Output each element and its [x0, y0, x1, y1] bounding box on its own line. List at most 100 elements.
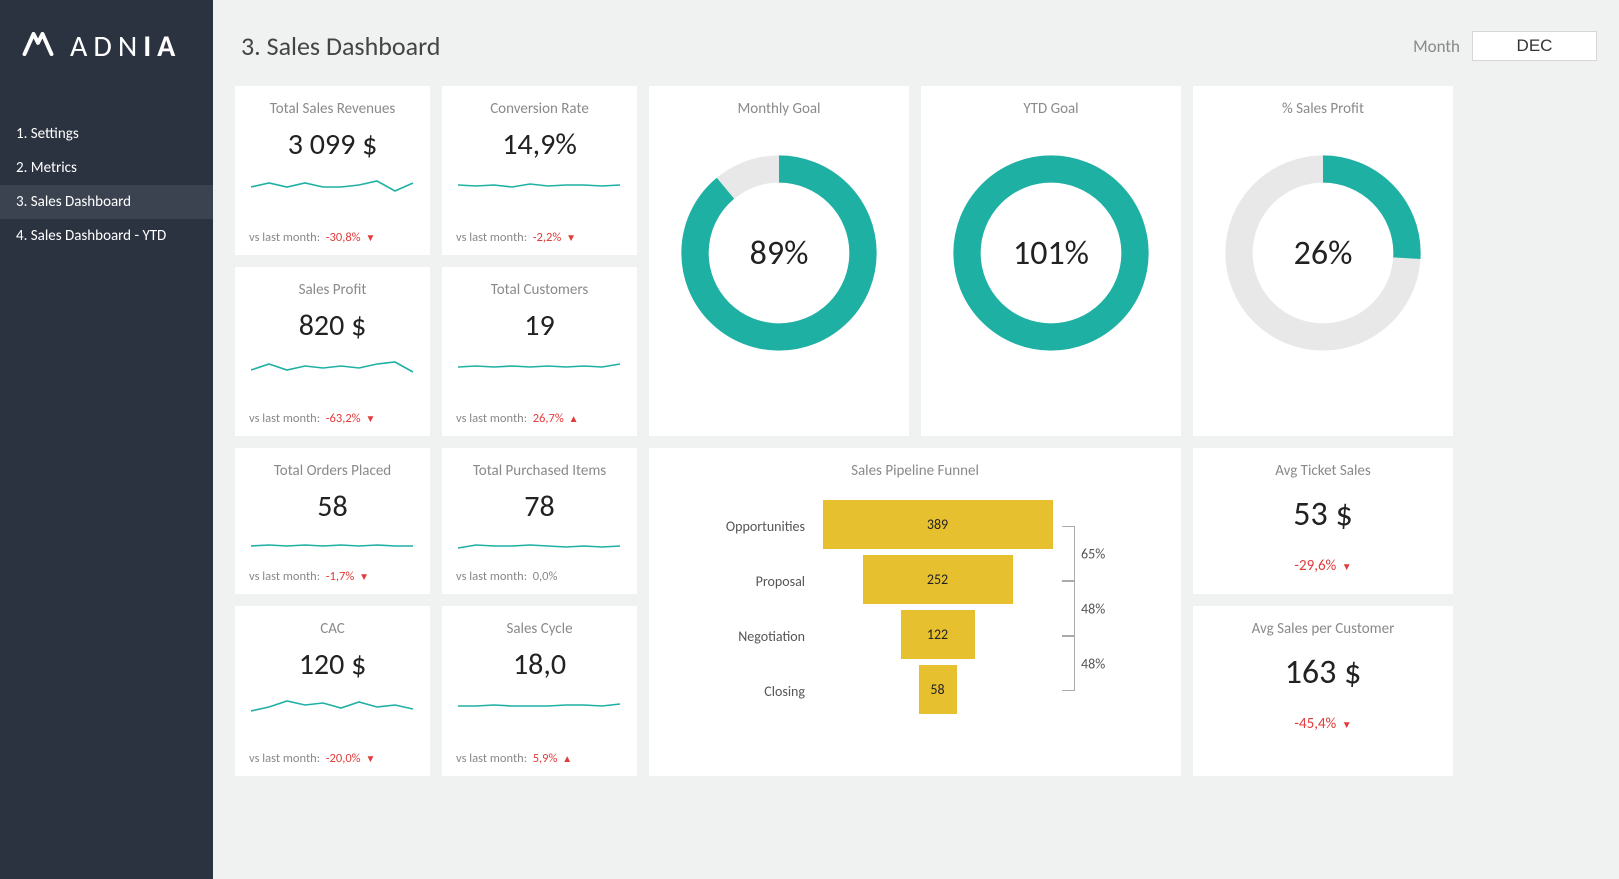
funnel-bar: 58	[919, 665, 957, 717]
kpi-title: Sales Profit	[251, 281, 414, 299]
kpi-footer: vs last month: 5,9% ▲	[456, 751, 623, 766]
kpi-value: 14,9%	[458, 126, 621, 163]
kpi-title: Total Purchased Items	[458, 462, 621, 480]
sidebar-item-settings[interactable]: 1. Settings	[0, 117, 213, 151]
kpi-card-sales-cycle: Sales Cycle 18,0 vs last month: 5,9% ▲	[442, 606, 637, 776]
trend-up-icon: ▲	[562, 752, 572, 765]
page-title: 3. Sales Dashboard	[241, 30, 440, 62]
donut-card-sales-profit: % Sales Profit 26%	[1193, 86, 1453, 436]
brand-thin: ADN	[70, 28, 143, 65]
sidebar: ADNIA 1. Settings 2. Metrics 3. Sales Da…	[0, 0, 213, 879]
sparkline-icon	[458, 173, 623, 199]
funnel-stage-label: Closing	[665, 683, 815, 700]
funnel-transition-pct: 65%	[1081, 545, 1105, 562]
kpi-delta: -29,6% ▼	[1209, 557, 1437, 575]
kpi-card-total-purchased-items: Total Purchased Items 78 vs last month: …	[442, 448, 637, 594]
kpi-title: Total Sales Revenues	[251, 100, 414, 118]
funnel-card: Sales Pipeline Funnel Opportunities 389 …	[649, 448, 1181, 776]
kpi-delta: -2,2% ▼	[533, 230, 576, 245]
topbar: 3. Sales Dashboard Month	[235, 30, 1597, 62]
kpi-card-avg-sales-per-customer: Avg Sales per Customer 163 $ -45,4% ▼	[1193, 606, 1453, 776]
funnel-stage-label: Opportunities	[665, 518, 815, 535]
trend-down-icon: ▼	[365, 752, 375, 765]
trend-down-icon: ▼	[365, 231, 375, 244]
kpi-footer-prefix: vs last month:	[456, 411, 527, 426]
brand-logo: ADNIA	[0, 26, 213, 117]
brand-name: ADNIA	[70, 28, 181, 65]
kpi-footer-prefix: vs last month:	[456, 230, 527, 245]
kpi-title: Sales Cycle	[458, 620, 621, 638]
kpi-footer: vs last month: -63,2% ▼	[249, 411, 416, 426]
month-picker: Month	[1413, 31, 1597, 61]
kpi-value: 58	[251, 488, 414, 525]
sidebar-item-sales-dashboard-ytd[interactable]: 4. Sales Dashboard - YTD	[0, 219, 213, 253]
kpi-card-total-sales-revenues: Total Sales Revenues 3 099 $ vs last mon…	[235, 86, 430, 255]
kpi-footer-prefix: vs last month:	[249, 569, 320, 584]
sidebar-item-sales-dashboard[interactable]: 3. Sales Dashboard	[0, 185, 213, 219]
kpi-delta: 26,7% ▲	[533, 411, 579, 426]
month-select[interactable]	[1472, 31, 1597, 61]
kpi-value: 19	[458, 307, 621, 344]
funnel-value: 122	[927, 626, 948, 643]
donut-card-ytd-goal: YTD Goal 101%	[921, 86, 1181, 436]
kpi-footer: vs last month: 0,0%	[456, 569, 623, 584]
kpi-value: 53 $	[1209, 494, 1437, 535]
kpi-footer: vs last month: -20,0% ▼	[249, 751, 416, 766]
kpi-delta: -30,8% ▼	[326, 230, 376, 245]
main-area: 3. Sales Dashboard Month Total Sales Rev…	[213, 0, 1619, 879]
funnel-bar: 389	[823, 500, 1053, 552]
trend-down-icon: ▼	[1342, 718, 1352, 731]
funnel-value: 252	[927, 571, 948, 588]
donut-title: % Sales Profit	[1282, 100, 1364, 118]
kpi-footer: vs last month: -2,2% ▼	[456, 230, 623, 245]
kpi-delta: 0,0%	[533, 569, 558, 584]
trend-down-icon: ▼	[359, 570, 369, 583]
dashboard-grid: Total Sales Revenues 3 099 $ vs last mon…	[235, 86, 1597, 776]
brand-bold: IA	[143, 28, 181, 65]
donut-title: Monthly Goal	[737, 100, 820, 118]
kpi-card-cac: CAC 120 $ vs last month: -20,0% ▼	[235, 606, 430, 776]
funnel-transition-pct: 48%	[1081, 600, 1105, 617]
donut-percent: 101%	[946, 148, 1156, 358]
trend-down-icon: ▼	[566, 231, 576, 244]
kpi-title: Total Orders Placed	[251, 462, 414, 480]
logo-mark-icon	[20, 26, 56, 67]
sidebar-item-metrics[interactable]: 2. Metrics	[0, 151, 213, 185]
donut-percent: 89%	[674, 148, 884, 358]
kpi-footer: vs last month: -30,8% ▼	[249, 230, 416, 245]
funnel-transition-bracket: 48%	[1063, 636, 1075, 691]
funnel-value: 389	[927, 516, 948, 533]
trend-down-icon: ▼	[1342, 560, 1352, 573]
kpi-footer-prefix: vs last month:	[456, 751, 527, 766]
sparkline-icon	[458, 354, 623, 380]
trend-up-icon: ▲	[569, 412, 579, 425]
kpi-card-total-orders-placed: Total Orders Placed 58 vs last month: -1…	[235, 448, 430, 594]
kpi-footer-prefix: vs last month:	[249, 411, 320, 426]
kpi-value: 3 099 $	[251, 126, 414, 163]
kpi-delta: -63,2% ▼	[326, 411, 376, 426]
funnel-title: Sales Pipeline Funnel	[665, 462, 1165, 480]
kpi-delta: -1,7% ▼	[326, 569, 369, 584]
funnel-transition-bracket: 48%	[1063, 581, 1075, 636]
kpi-title: CAC	[251, 620, 414, 638]
kpi-delta: -45,4% ▼	[1209, 715, 1437, 733]
donut-percent: 26%	[1218, 148, 1428, 358]
kpi-delta: 5,9% ▲	[533, 751, 572, 766]
donut-chart: 89%	[674, 148, 884, 358]
kpi-title: Avg Sales per Customer	[1209, 620, 1437, 638]
donut-chart: 101%	[946, 148, 1156, 358]
kpi-card-sales-profit: Sales Profit 820 $ vs last month: -63,2%…	[235, 267, 430, 436]
kpi-card-avg-ticket-sales: Avg Ticket Sales 53 $ -29,6% ▼	[1193, 448, 1453, 594]
kpi-value: 120 $	[251, 646, 414, 683]
funnel-bar: 122	[901, 610, 975, 662]
donut-card-monthly-goal: Monthly Goal 89%	[649, 86, 909, 436]
kpi-value: 78	[458, 488, 621, 525]
sparkline-icon	[251, 173, 416, 199]
kpi-value: 163 $	[1209, 652, 1437, 693]
sparkline-icon	[251, 535, 416, 555]
funnel-transition-bracket: 65%	[1063, 526, 1075, 581]
sparkline-icon	[251, 354, 416, 380]
kpi-value: 18,0	[458, 646, 621, 683]
funnel-bar: 252	[863, 555, 1013, 607]
kpi-footer: vs last month: -1,7% ▼	[249, 569, 416, 584]
